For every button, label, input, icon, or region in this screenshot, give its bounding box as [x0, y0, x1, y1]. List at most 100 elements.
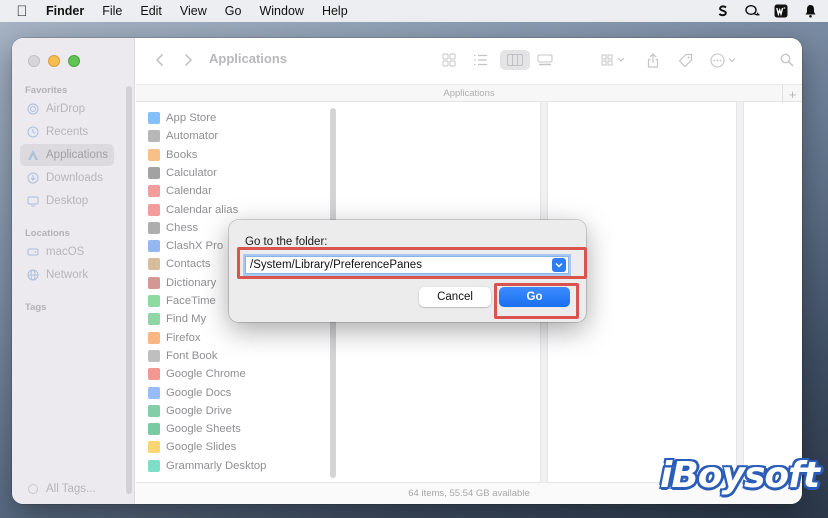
- sidebar-item-all-tags[interactable]: All Tags...: [20, 478, 114, 500]
- iboysoft-watermark: iBoysoft: [660, 455, 820, 496]
- file-name: Calendar: [166, 185, 212, 198]
- folder-path-input[interactable]: /System/Library/PreferencePanes: [245, 256, 569, 274]
- file-name: Calculator: [166, 166, 217, 179]
- app-icon: [148, 295, 160, 307]
- app-icon: [148, 221, 160, 234]
- go-button[interactable]: Go: [499, 287, 570, 307]
- file-name: Google Docs: [166, 386, 232, 399]
- group-by-button[interactable]: [598, 50, 630, 70]
- desktop-icon: [26, 194, 40, 208]
- tags-heading: Tags: [25, 302, 47, 313]
- menu-file[interactable]: File: [93, 0, 131, 22]
- sidebar-item-desktop[interactable]: Desktop: [20, 190, 114, 212]
- cancel-button[interactable]: Cancel: [419, 287, 491, 307]
- file-item[interactable]: Find My: [148, 310, 206, 328]
- file-name: Calendar alias: [166, 203, 239, 216]
- column-view-button[interactable]: [500, 50, 530, 70]
- close-button[interactable]: [28, 55, 40, 67]
- file-item[interactable]: Firefox: [148, 329, 201, 347]
- icon-view-button[interactable]: [438, 50, 460, 70]
- sidebar-item-network[interactable]: Network: [20, 264, 114, 286]
- go-to-folder-dialog: Go to the folder: /System/Library/Prefer…: [229, 220, 587, 322]
- chat-icon[interactable]: [744, 3, 760, 19]
- menu-edit[interactable]: Edit: [131, 0, 171, 22]
- forward-button[interactable]: [178, 50, 198, 70]
- window-controls: [28, 55, 80, 67]
- file-item[interactable]: Dictionary: [148, 274, 216, 292]
- menu-help[interactable]: Help: [313, 0, 357, 22]
- sidebar-item-label: Downloads: [46, 172, 103, 184]
- locations-heading: Locations: [25, 228, 70, 239]
- sidebar-item-macos[interactable]: macOS: [20, 241, 114, 263]
- file-item[interactable]: Google Docs: [148, 384, 231, 402]
- skype-icon[interactable]: [715, 3, 731, 19]
- file-item[interactable]: Calendar: [148, 182, 212, 200]
- sidebar-item-recents[interactable]: Recents: [20, 121, 114, 143]
- share-icon[interactable]: [642, 50, 664, 70]
- sidebar-item-airdrop[interactable]: AirDrop: [20, 98, 114, 120]
- app-icon: [148, 386, 160, 399]
- file-item[interactable]: Books: [148, 146, 197, 164]
- file-name: Find My: [166, 313, 207, 326]
- sidebar-item-label: AirDrop: [46, 103, 85, 115]
- file-name: Grammarly Desktop: [166, 459, 267, 472]
- app-icon: [148, 368, 160, 381]
- file-name: Chess: [166, 221, 199, 234]
- menu-view[interactable]: View: [171, 0, 216, 22]
- disk-icon: [26, 245, 40, 259]
- column-divider[interactable]: [736, 102, 744, 482]
- sidebar-item-applications[interactable]: Applications: [20, 144, 114, 166]
- file-item[interactable]: Automator: [148, 127, 218, 145]
- file-item[interactable]: Google Drive: [148, 402, 232, 420]
- app-icon: [148, 185, 160, 198]
- file-name: Automator: [166, 130, 219, 143]
- add-tab-button[interactable]: +: [782, 85, 802, 103]
- file-item[interactable]: Google Slides: [148, 438, 236, 456]
- zoom-button[interactable]: [68, 55, 80, 67]
- app-icon: [148, 130, 160, 143]
- file-item[interactable]: Grammarly Desktop: [148, 457, 266, 475]
- sidebar-item-downloads[interactable]: Downloads: [20, 167, 114, 189]
- status-text: 64 items, 55.54 GB available: [408, 488, 530, 499]
- tag-icon[interactable]: [674, 50, 696, 70]
- file-item[interactable]: Calendar alias: [148, 201, 238, 219]
- menu-finder[interactable]: Finder: [36, 0, 93, 22]
- file-item[interactable]: FaceTime: [148, 292, 216, 310]
- app-icon: [148, 112, 160, 124]
- sidebar-item-label: Network: [46, 269, 89, 281]
- notification-icon[interactable]: [802, 3, 818, 19]
- folder-path-value: /System/Library/PreferencePanes: [250, 259, 422, 271]
- file-item[interactable]: Font Book: [148, 347, 218, 365]
- wps-icon[interactable]: [773, 3, 789, 19]
- file-item[interactable]: App Store: [148, 109, 216, 127]
- minimize-button[interactable]: [48, 55, 60, 67]
- download-icon: [26, 171, 40, 185]
- menu-go[interactable]: Go: [216, 0, 251, 22]
- app-icon: [148, 203, 160, 216]
- app-icon: [148, 423, 160, 436]
- sidebar-item-label: Recents: [46, 126, 89, 138]
- file-item[interactable]: Google Chrome: [148, 365, 246, 383]
- sidebar-scrollbar[interactable]: [126, 86, 132, 494]
- path-bar-title: Applications: [443, 87, 495, 99]
- app-icon: [148, 313, 160, 326]
- more-actions-button[interactable]: [708, 50, 740, 70]
- file-item[interactable]: Google Sheets: [148, 420, 241, 438]
- app-icon: [148, 148, 160, 161]
- globe-icon: [26, 268, 40, 282]
- apple-menu-icon[interactable]: : [14, 3, 30, 19]
- search-icon[interactable]: [776, 50, 798, 70]
- file-item[interactable]: Chess: [148, 219, 198, 237]
- file-item[interactable]: Calculator: [148, 164, 217, 182]
- app-icon: [148, 349, 160, 362]
- file-item[interactable]: Contacts: [148, 255, 211, 273]
- tags-icon: [26, 482, 40, 496]
- chevron-down-icon[interactable]: [552, 258, 566, 272]
- back-button[interactable]: [150, 50, 170, 70]
- gallery-view-button[interactable]: [534, 50, 556, 70]
- file-name: App Store: [166, 112, 217, 124]
- list-view-button[interactable]: [469, 50, 491, 70]
- menu-window[interactable]: Window: [250, 0, 312, 22]
- file-name: Google Slides: [166, 441, 237, 454]
- file-item[interactable]: ClashX Pro: [148, 237, 223, 255]
